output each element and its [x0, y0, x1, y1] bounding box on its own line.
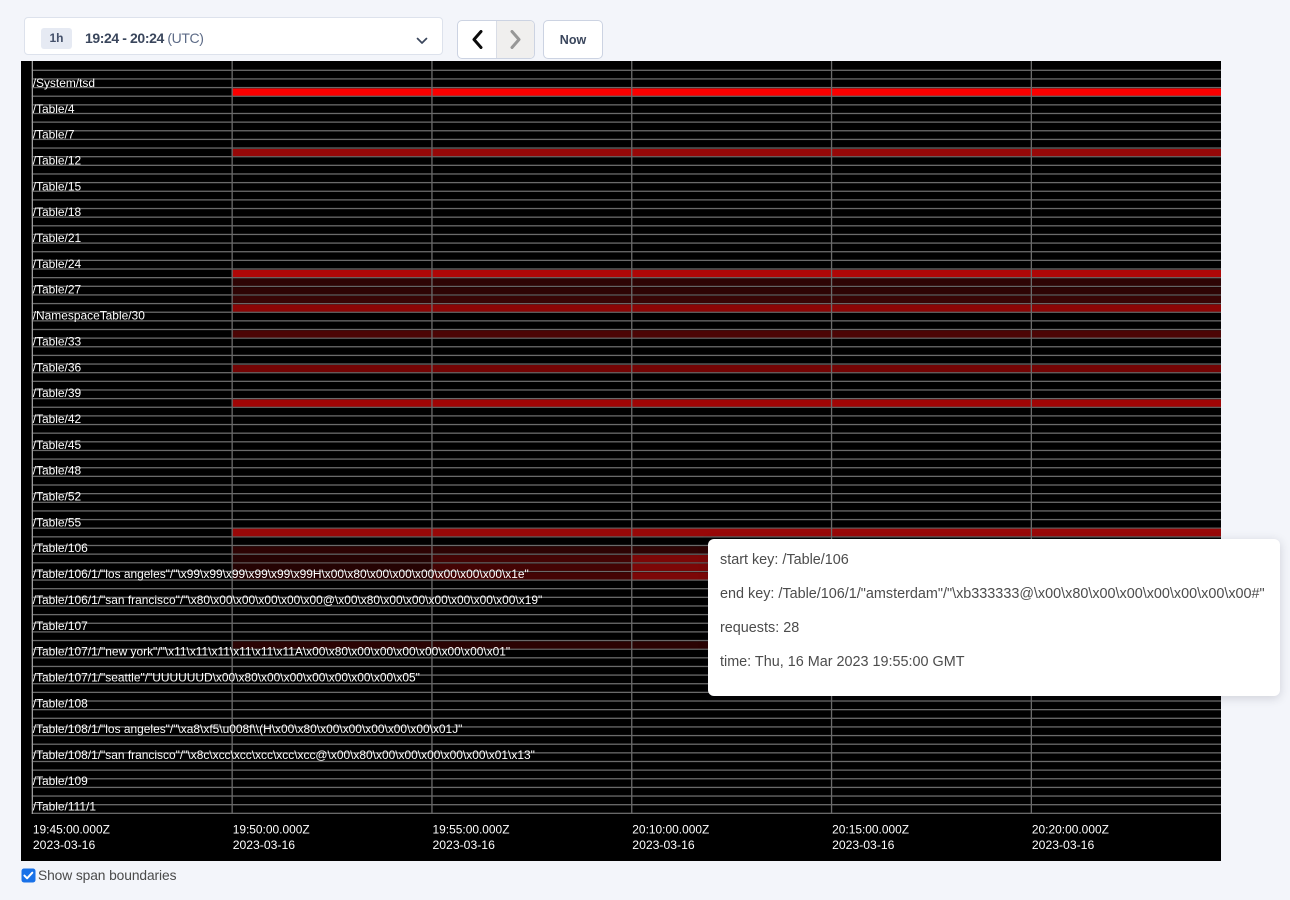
svg-text:/Table/4: /Table/4 [33, 102, 75, 116]
svg-text:/Table/108/1/"los angeles"/"\x: /Table/108/1/"los angeles"/"\xa8\xf5\u00… [33, 722, 463, 736]
svg-text:2023-03-16: 2023-03-16 [433, 838, 496, 852]
svg-text:/NamespaceTable/30: /NamespaceTable/30 [33, 309, 146, 323]
svg-text:20:20:00.000Z: 20:20:00.000Z [1032, 823, 1109, 837]
svg-text:/Table/107/1/"new york"/"\x11\: /Table/107/1/"new york"/"\x11\x11\x11\x1… [33, 645, 511, 659]
svg-text:2023-03-16: 2023-03-16 [832, 838, 895, 852]
svg-text:/Table/109: /Table/109 [33, 774, 88, 788]
svg-text:/Table/18: /Table/18 [33, 205, 82, 219]
svg-text:19:55:00.000Z: 19:55:00.000Z [433, 823, 510, 837]
svg-text:/Table/45: /Table/45 [33, 438, 82, 452]
svg-text:/Table/108: /Table/108 [33, 696, 88, 710]
svg-text:/Table/106/1/"los angeles"/"\x: /Table/106/1/"los angeles"/"\x99\x99\x99… [33, 567, 529, 581]
svg-text:/Table/111/1: /Table/111/1 [33, 800, 97, 814]
svg-text:/Table/27: /Table/27 [33, 283, 82, 297]
svg-text:2023-03-16: 2023-03-16 [1032, 838, 1095, 852]
svg-text:/Table/7: /Table/7 [33, 128, 75, 142]
svg-text:/Table/106/1/"san francisco"/": /Table/106/1/"san francisco"/"\x80\x00\x… [33, 593, 543, 607]
svg-text:20:10:00.000Z: 20:10:00.000Z [632, 823, 709, 837]
svg-text:/Table/24: /Table/24 [33, 257, 82, 271]
svg-text:/Table/108/1/"san francisco"/": /Table/108/1/"san francisco"/"\x8c\xcc\x… [33, 748, 535, 762]
svg-text:/Table/106: /Table/106 [33, 541, 88, 555]
svg-text:19:45:00.000Z: 19:45:00.000Z [33, 823, 110, 837]
svg-text:2023-03-16: 2023-03-16 [632, 838, 695, 852]
svg-text:/Table/107/1/"seattle"/"UUUUUU: /Table/107/1/"seattle"/"UUUUUUD\x00\x80\… [33, 670, 420, 684]
svg-text:/Table/52: /Table/52 [33, 490, 82, 504]
svg-text:/System/tsd: /System/tsd [33, 76, 95, 90]
svg-text:2023-03-16: 2023-03-16 [233, 838, 296, 852]
svg-text:/Table/12: /Table/12 [33, 153, 82, 167]
svg-text:/Table/39: /Table/39 [33, 386, 82, 400]
svg-text:/Table/42: /Table/42 [33, 412, 82, 426]
svg-text:/Table/107: /Table/107 [33, 619, 88, 633]
svg-text:/Table/21: /Table/21 [33, 231, 82, 245]
svg-text:/Table/48: /Table/48 [33, 464, 82, 478]
svg-text:/Table/33: /Table/33 [33, 334, 82, 348]
svg-text:19:50:00.000Z: 19:50:00.000Z [233, 823, 310, 837]
svg-text:/Table/15: /Table/15 [33, 179, 82, 193]
svg-text:20:15:00.000Z: 20:15:00.000Z [832, 823, 909, 837]
svg-text:2023-03-16: 2023-03-16 [33, 838, 96, 852]
svg-text:/Table/36: /Table/36 [33, 360, 82, 374]
svg-text:/Table/55: /Table/55 [33, 515, 82, 529]
